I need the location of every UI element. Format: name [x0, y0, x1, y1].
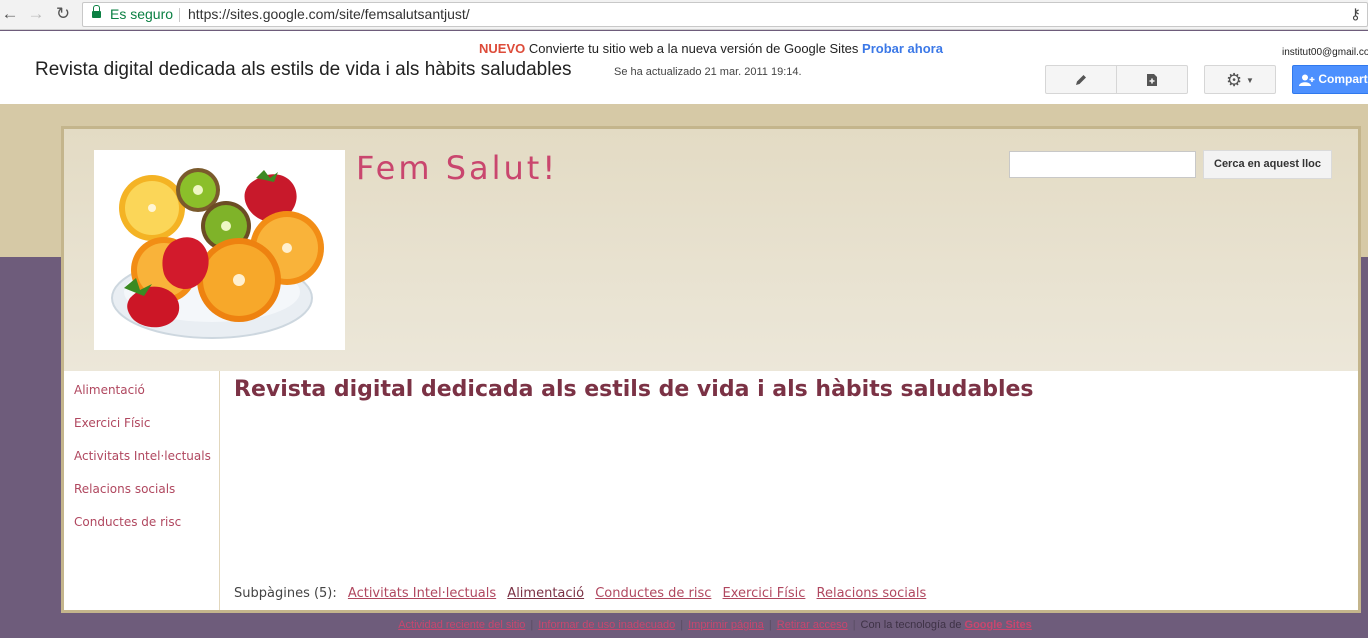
sidebar-item-alimentacio[interactable]: Alimentació: [74, 383, 145, 397]
remove-access-link[interactable]: Retirar acceso: [777, 619, 848, 631]
sites-toolbar: NUEVO Convierte tu sitio web a la nueva …: [0, 31, 1368, 104]
recent-activity-link[interactable]: Actividad reciente del sitio: [398, 619, 525, 631]
new-page-button[interactable]: [1116, 65, 1188, 94]
key-icon[interactable]: ⚷: [1350, 3, 1361, 26]
footer-separator: |: [768, 619, 772, 631]
account-email[interactable]: institut00@gmail.com: [1282, 47, 1368, 58]
site-container: Fem Salut! Cerca en aquest lloc Alimenta…: [61, 126, 1361, 613]
powered-by-text: Con la tecnología de: [860, 619, 962, 631]
forward-arrow-icon[interactable]: →: [26, 4, 46, 24]
print-page-link[interactable]: Imprimir página: [688, 619, 764, 631]
sidebar-nav: Alimentació Exercici Físic Activitats In…: [64, 371, 220, 610]
subpages-label: Subpàgines (5):: [234, 586, 337, 601]
back-arrow-icon[interactable]: ←: [0, 4, 20, 24]
promo-text: Convierte tu sitio web a la nueva versió…: [528, 41, 859, 56]
content-area: Alimentació Exercici Físic Activitats In…: [64, 371, 1358, 610]
address-bar[interactable]: Es seguro https://sites.google.com/site/…: [82, 2, 1368, 27]
footer-separator: |: [680, 619, 684, 631]
promo-banner: NUEVO Convierte tu sitio web a la nueva …: [0, 41, 1368, 56]
fruit-bowl-image: [111, 168, 324, 339]
footer-separator: |: [852, 619, 856, 631]
site-logo-fruit-image[interactable]: [94, 150, 345, 350]
url-text[interactable]: https://sites.google.com/site/femsalutsa…: [188, 3, 470, 26]
subpage-link-activitats-intellectuals[interactable]: Activitats Intel·lectuals: [348, 586, 496, 601]
new-page-icon: [1147, 74, 1157, 87]
sidebar-item-conductes-de-risc[interactable]: Conductes de risc: [74, 515, 181, 529]
subpage-link-exercici-fisic[interactable]: Exercici Físic: [723, 586, 806, 601]
site-brand-name[interactable]: Fem Salut!: [356, 149, 558, 187]
page-title: Revista digital dedicada als estils de v…: [234, 377, 1034, 402]
settings-button[interactable]: ⚙ ▼: [1204, 65, 1276, 94]
report-abuse-link[interactable]: Informar de uso inadecuado: [538, 619, 675, 631]
subpage-link-alimentacio[interactable]: Alimentació: [507, 586, 584, 601]
sidebar-item-relacions-socials[interactable]: Relacions socials: [74, 482, 175, 496]
gear-icon: ⚙: [1226, 69, 1243, 90]
sidebar-item-exercici-fisic[interactable]: Exercici Físic: [74, 416, 150, 430]
subpage-link-relacions-socials[interactable]: Relacions socials: [817, 586, 927, 601]
sidebar-item-activitats-intellectuals[interactable]: Activitats Intel·lectuals: [74, 449, 211, 463]
last-updated: Se ha actualizado 21 mar. 2011 19:14.: [614, 66, 802, 78]
browser-toolbar: ← → ↻ Es seguro https://sites.google.com…: [0, 0, 1368, 30]
try-now-link[interactable]: Probar ahora: [862, 41, 943, 56]
site-header: Fem Salut! Cerca en aquest lloc: [64, 129, 1358, 371]
chevron-down-icon: ▼: [1246, 75, 1254, 85]
site-search-button[interactable]: Cerca en aquest lloc: [1203, 150, 1332, 179]
promo-new-label: NUEVO: [479, 41, 526, 56]
subpage-link-conductes-de-risc[interactable]: Conductes de risc: [595, 586, 711, 601]
edit-page-button[interactable]: [1045, 65, 1117, 94]
secure-label: Es seguro: [110, 6, 174, 22]
share-button[interactable]: Compartir: [1292, 65, 1368, 94]
pencil-icon: [1076, 75, 1086, 86]
site-search-input[interactable]: [1009, 151, 1196, 178]
footer-separator: |: [530, 619, 534, 631]
site-footer: Actividad reciente del sitio | Informar de…: [0, 619, 1368, 631]
person-icon: [1299, 74, 1315, 86]
subpages-list: Subpàgines (5): Activitats Intel·lectual…: [234, 586, 926, 601]
google-sites-link[interactable]: Google Sites: [965, 619, 1032, 631]
share-label: Compartir: [1318, 72, 1368, 86]
lock-icon: [92, 5, 101, 20]
main-content: Revista digital dedicada als estils de v…: [221, 371, 1358, 610]
address-separator: [179, 8, 180, 22]
site-title: Revista digital dedicada als estils de v…: [35, 59, 572, 80]
reload-icon[interactable]: ↻: [53, 4, 73, 24]
